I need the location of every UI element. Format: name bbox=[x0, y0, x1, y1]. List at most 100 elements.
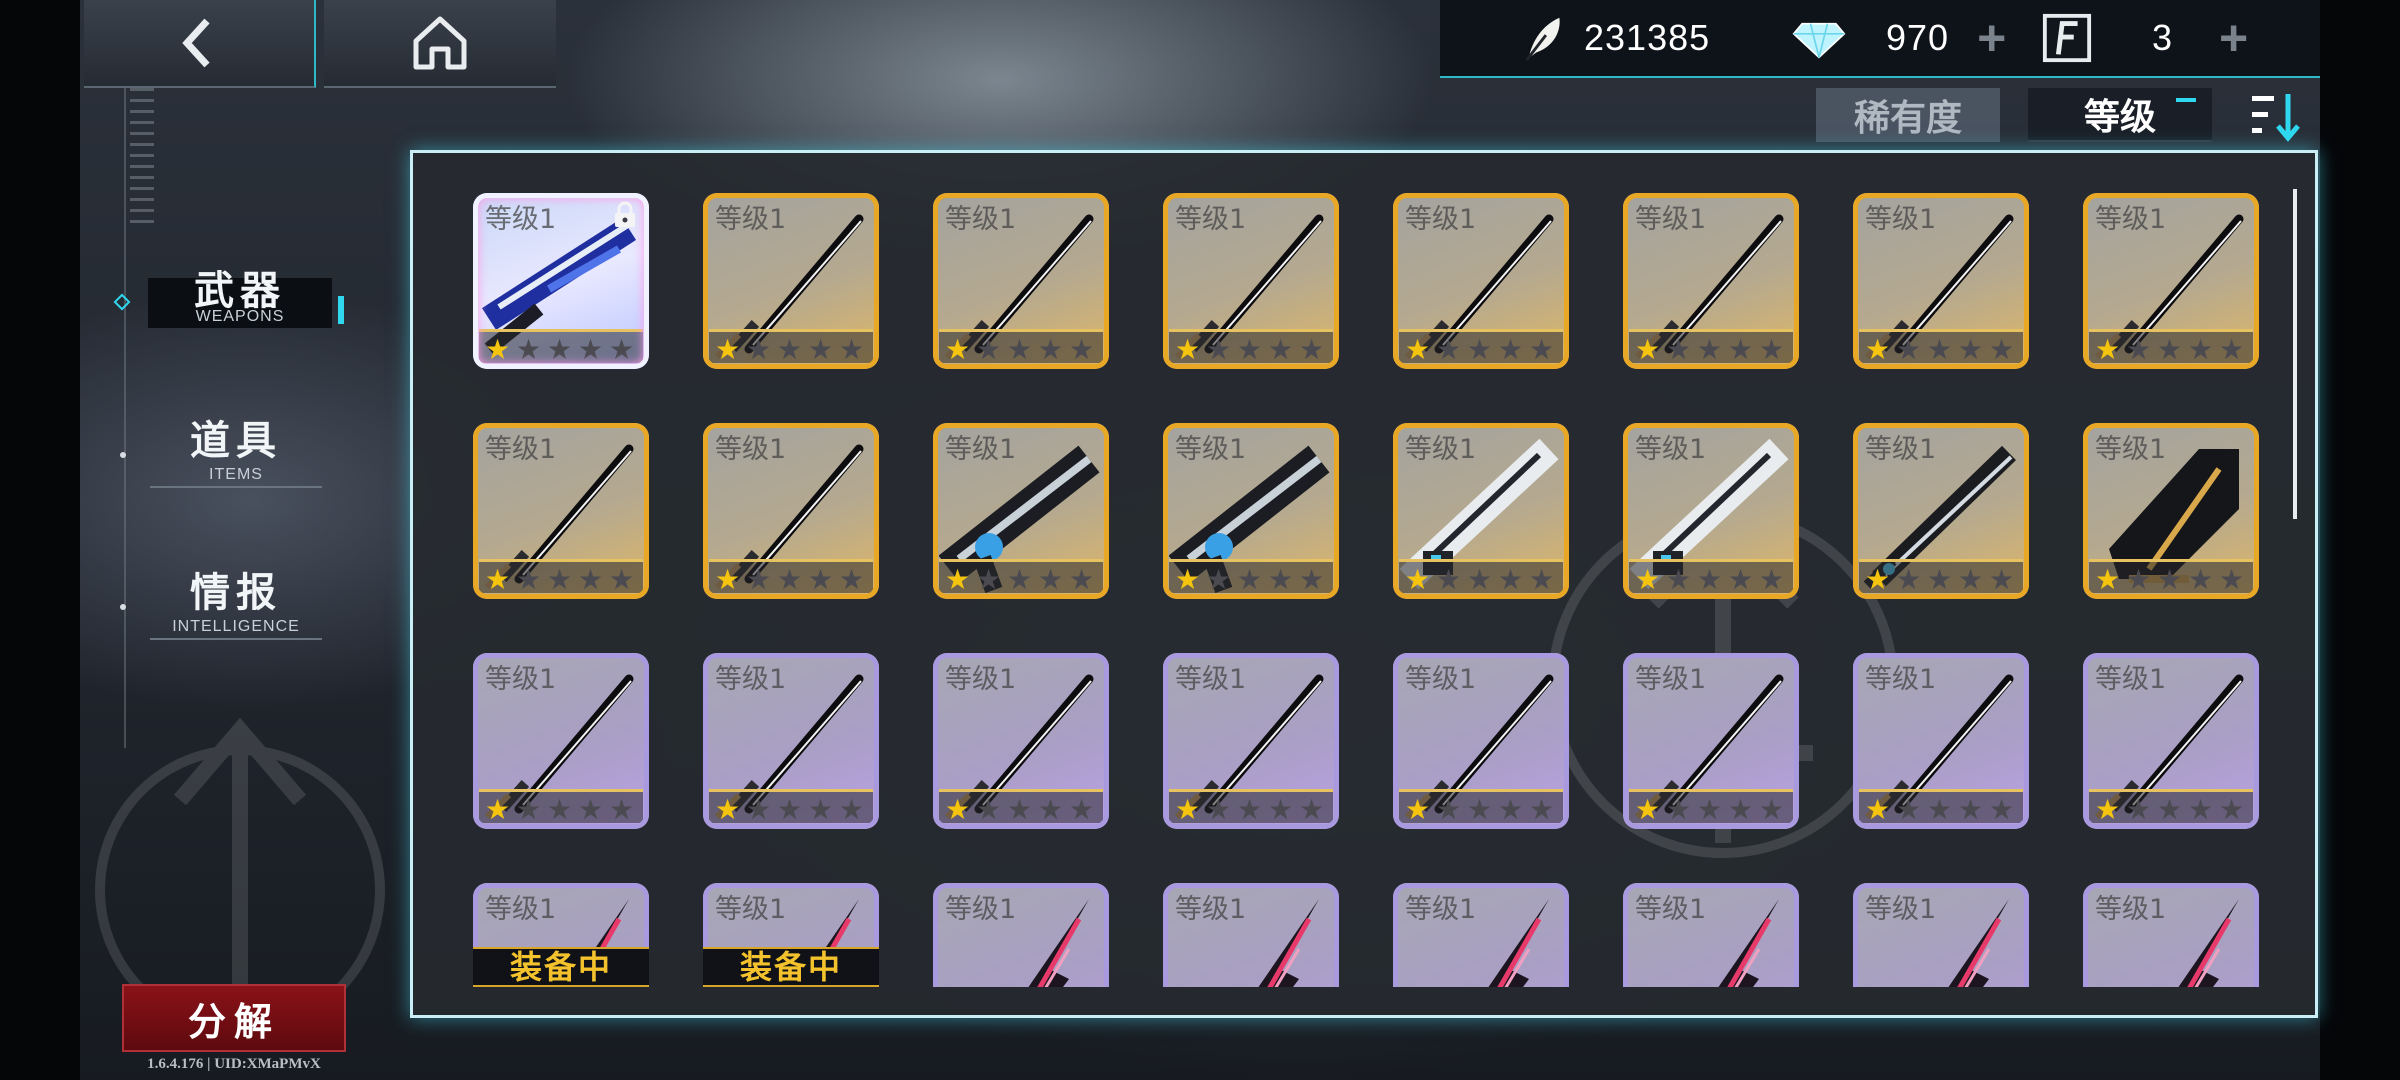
weapon-card[interactable]: 等级1 ★ ★ ★ ★ ★ bbox=[1163, 653, 1339, 829]
weapon-card[interactable]: 等级1 ★ ★ ★ ★ ★ bbox=[2083, 423, 2259, 599]
weapon-card[interactable]: 等级1 bbox=[2083, 883, 2259, 987]
weapon-card[interactable]: 等级1 ★ ★ ★ ★ ★ bbox=[703, 423, 879, 599]
currency-diamond: 970 + bbox=[1792, 0, 2006, 77]
weapon-card[interactable]: 等级1 ★ ★ ★ ★ ★ bbox=[933, 193, 1109, 369]
weapon-card[interactable]: 等级1 bbox=[1623, 883, 1799, 987]
rarity-frame bbox=[1623, 423, 1799, 599]
tab-dot bbox=[120, 604, 126, 610]
currency-feather: 231385 bbox=[1516, 0, 1710, 77]
weapon-card[interactable]: 等级1 装备中 bbox=[703, 883, 879, 987]
right-letterbox bbox=[2320, 0, 2400, 1080]
weapon-card[interactable]: 等级1 ★ ★ ★ ★ ★ bbox=[1393, 423, 1569, 599]
scrollbar[interactable] bbox=[2293, 189, 2297, 519]
weapon-card[interactable]: 等级1 ★ ★ ★ ★ ★ bbox=[933, 423, 1109, 599]
tab-divider bbox=[150, 486, 322, 488]
ticket-card-icon bbox=[2040, 11, 2094, 65]
weapon-card[interactable]: 等级1 ★ ★ ★ ★ ★ bbox=[1393, 653, 1569, 829]
weapon-card[interactable]: 等级1 ★ ★ ★ ★ ★ bbox=[1163, 423, 1339, 599]
sort-by-rarity-button[interactable]: 稀有度 bbox=[1816, 88, 2000, 142]
sort-by-level-button[interactable]: 等级 bbox=[2028, 88, 2212, 142]
sort-descending-icon[interactable] bbox=[2250, 88, 2306, 144]
currency-bar: 231385 970 + 3 + bbox=[1440, 0, 2320, 78]
tab-weapons[interactable]: 武器 WEAPONS bbox=[148, 268, 344, 328]
rarity-frame bbox=[703, 193, 879, 369]
home-icon bbox=[413, 16, 467, 70]
back-button[interactable] bbox=[84, 0, 316, 88]
weapon-card[interactable]: 等级1 ★ ★ ★ ★ ★ bbox=[473, 423, 649, 599]
chevron-left-icon bbox=[182, 18, 210, 68]
rarity-frame bbox=[933, 193, 1109, 369]
weapon-card[interactable]: 等级1 ★ ★ ★ ★ ★ bbox=[703, 653, 879, 829]
version-uid-text: 1.6.4.176 | UID:XMaPMvX bbox=[147, 1056, 321, 1072]
weapon-card[interactable]: 等级1 ★ ★ ★ ★ ★ bbox=[473, 193, 649, 369]
weapon-card[interactable]: 等级1 ★ ★ ★ ★ ★ bbox=[2083, 193, 2259, 369]
weapon-card[interactable]: 等级1 ★ ★ ★ ★ ★ bbox=[1853, 193, 2029, 369]
add-diamond-button[interactable]: + bbox=[1977, 9, 2006, 67]
equipped-badge: 装备中 bbox=[473, 947, 649, 987]
tab-intelligence[interactable]: 情报 INTELLIGENCE bbox=[136, 560, 336, 640]
rarity-frame bbox=[703, 653, 879, 829]
add-ticket-button[interactable]: + bbox=[2219, 9, 2248, 67]
weapon-card[interactable]: 等级1 ★ ★ ★ ★ ★ bbox=[1393, 193, 1569, 369]
rarity-frame bbox=[1623, 193, 1799, 369]
rarity-frame bbox=[933, 423, 1109, 599]
weapon-card[interactable]: 等级1 ★ ★ ★ ★ ★ bbox=[933, 653, 1109, 829]
tab-items-label: 道具 bbox=[190, 418, 282, 464]
diamond-count: 970 bbox=[1886, 17, 1950, 58]
tab-divider bbox=[150, 638, 322, 640]
ticket-count: 3 bbox=[2152, 17, 2174, 58]
rarity-frame bbox=[1853, 193, 2029, 369]
rarity-frame bbox=[1623, 883, 1799, 987]
sort-by-level-label: 等级 bbox=[2083, 97, 2156, 138]
tab-intelligence-label: 情报 bbox=[190, 570, 282, 616]
rarity-frame bbox=[1853, 653, 2029, 829]
weapon-card[interactable]: 等级1 ★ ★ ★ ★ ★ bbox=[1853, 653, 2029, 829]
rarity-frame bbox=[1163, 193, 1339, 369]
rarity-frame bbox=[2083, 653, 2259, 829]
rarity-frame bbox=[1163, 423, 1339, 599]
rarity-frame bbox=[1853, 423, 2029, 599]
feather-count: 231385 bbox=[1584, 17, 1711, 58]
rarity-frame bbox=[2083, 193, 2259, 369]
rarity-frame bbox=[473, 653, 649, 829]
rarity-frame bbox=[933, 653, 1109, 829]
selected-indicator bbox=[2176, 98, 2196, 102]
rarity-frame bbox=[1853, 883, 2029, 987]
rarity-frame bbox=[1393, 653, 1569, 829]
rarity-frame bbox=[1163, 653, 1339, 829]
weapon-card[interactable]: 等级1 ★ ★ ★ ★ ★ bbox=[1623, 653, 1799, 829]
weapon-card[interactable]: 等级1 ★ ★ ★ ★ ★ bbox=[1853, 423, 2029, 599]
tab-items-sublabel: ITEMS bbox=[209, 466, 263, 483]
rarity-frame bbox=[1393, 423, 1569, 599]
home-button[interactable] bbox=[324, 0, 556, 88]
weapon-card[interactable]: 等级1 ★ ★ ★ ★ ★ bbox=[473, 653, 649, 829]
sidebar-ruler bbox=[130, 88, 154, 228]
rarity-frame bbox=[1163, 883, 1339, 987]
rarity-frame bbox=[2083, 423, 2259, 599]
weapon-card[interactable]: 等级1 ★ ★ ★ ★ ★ bbox=[703, 193, 879, 369]
weapon-card[interactable]: 等级1 装备中 bbox=[473, 883, 649, 987]
rarity-frame bbox=[933, 883, 1109, 987]
rarity-frame bbox=[1393, 883, 1569, 987]
weapon-card[interactable]: 等级1 bbox=[1163, 883, 1339, 987]
tab-intelligence-sublabel: INTELLIGENCE bbox=[172, 618, 300, 635]
inventory-panel: 等级1 ★ ★ ★ ★ ★ 等级1 ★ ★ ★ ★ ★ 等级1 ★ ★ ★ ★ ★ 等级1 ★ ★ ★ ★ ★ 等级1 ★ ★ ★ ★ ★… bbox=[410, 150, 2318, 1018]
currency-ticket: 3 + bbox=[2040, 0, 2248, 77]
weapon-card[interactable]: 等级1 ★ ★ ★ ★ ★ bbox=[2083, 653, 2259, 829]
decompose-button[interactable]: 分解 bbox=[122, 984, 346, 1052]
weapon-card[interactable]: 等级1 ★ ★ ★ ★ ★ bbox=[1623, 193, 1799, 369]
weapon-card[interactable]: 等级1 ★ ★ ★ ★ ★ bbox=[1623, 423, 1799, 599]
sidebar-line bbox=[124, 88, 126, 748]
weapon-card[interactable]: 等级1 ★ ★ ★ ★ ★ bbox=[1163, 193, 1339, 369]
weapon-card[interactable]: 等级1 bbox=[933, 883, 1109, 987]
rarity-frame bbox=[1393, 193, 1569, 369]
rarity-frame bbox=[473, 423, 649, 599]
active-tab-bar bbox=[338, 296, 344, 324]
weapon-card[interactable]: 等级1 bbox=[1853, 883, 2029, 987]
tab-items[interactable]: 道具 ITEMS bbox=[136, 408, 336, 488]
lock-icon bbox=[615, 201, 635, 227]
rarity-frame bbox=[1623, 653, 1799, 829]
weapon-card[interactable]: 等级1 bbox=[1393, 883, 1569, 987]
rarity-frame bbox=[2083, 883, 2259, 987]
tab-weapons-sublabel: WEAPONS bbox=[195, 308, 285, 325]
